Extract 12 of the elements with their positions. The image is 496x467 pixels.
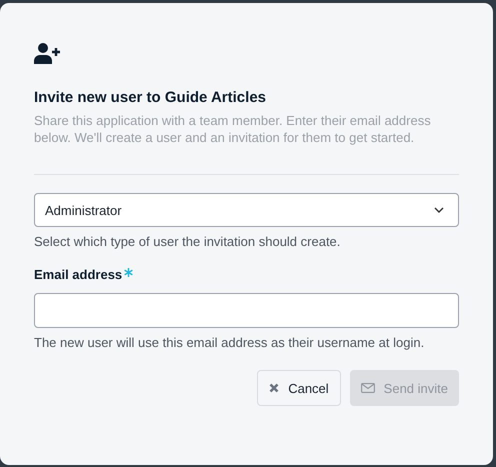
cancel-button[interactable]: Cancel — [257, 370, 341, 406]
envelope-icon — [360, 383, 375, 393]
dialog-description: Share this application with a team member. Enter their email address below. We'll create a user and an invitation for them to get started. — [34, 112, 432, 146]
user-plus-icon — [34, 42, 62, 64]
role-select[interactable]: Administrator — [34, 193, 459, 227]
help-text: The new user will use this email address as their username at login. — [34, 335, 426, 350]
email-input[interactable] — [34, 293, 459, 328]
close-icon — [269, 383, 280, 393]
help-text: Select which type of user the invitation should create. — [34, 234, 342, 249]
dialog-title: Invite new user to Guide Articles — [34, 89, 268, 106]
field-label: Email address — [34, 267, 122, 282]
chevron-down-icon — [434, 207, 444, 213]
